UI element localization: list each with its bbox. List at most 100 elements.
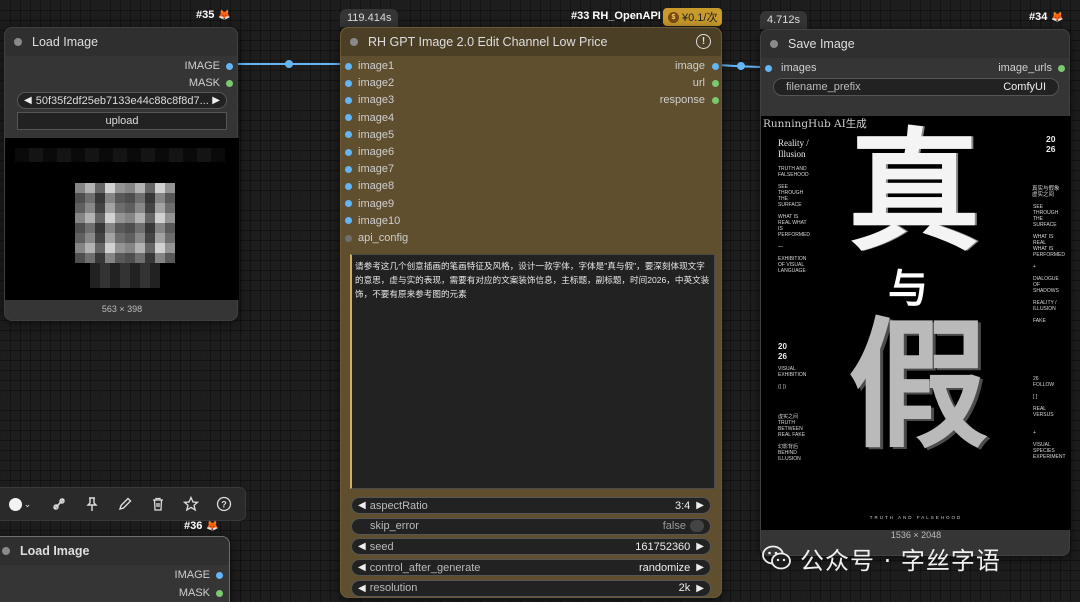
- output-image-slot[interactable]: image: [675, 58, 719, 74]
- toggle-switch[interactable]: [690, 520, 704, 533]
- poster-glyph-bottom: 假: [847, 305, 988, 468]
- collapse-dot-icon[interactable]: [350, 38, 358, 46]
- node-title: Load Image: [32, 35, 99, 49]
- output-dot-icon[interactable]: [712, 79, 719, 87]
- input-slot-image2[interactable]: image2: [345, 75, 394, 91]
- save-image-node-34[interactable]: Save Image images image_urls filename_pr…: [760, 29, 1071, 556]
- input-dot-icon[interactable]: [345, 79, 352, 87]
- rh-gpt-image-node-33[interactable]: RH GPT Image 2.0 Edit Channel Low Price …: [340, 27, 722, 598]
- input-images-slot[interactable]: images: [765, 60, 816, 76]
- account-name: 公众号 · 字丝字语: [800, 546, 1001, 575]
- widget-value: 3:4: [675, 499, 691, 512]
- help-icon[interactable]: ?: [215, 495, 233, 513]
- load-image-node-35[interactable]: Load Image IMAGE MASK ◀ 50f35f2df25eb713…: [4, 27, 239, 321]
- output-image-slot[interactable]: IMAGE: [175, 567, 223, 583]
- input-dot-icon[interactable]: [345, 234, 352, 242]
- execution-time-badge: 119.414s: [340, 9, 399, 27]
- poster-fine-text-left-lower: VISUAL EXHIBITION(( )) 虚实之间 TRUTH BETWEEN RE…: [778, 366, 807, 462]
- input-slot-image6[interactable]: image6: [345, 144, 394, 160]
- input-label: image9: [358, 197, 395, 210]
- node-35-id: #35 🦊: [196, 9, 231, 21]
- upload-button[interactable]: upload: [17, 112, 227, 130]
- edit-pencil-icon[interactable]: [116, 495, 134, 513]
- input-dot-icon[interactable]: [345, 62, 352, 70]
- arrow-right-icon[interactable]: ▶: [696, 541, 704, 552]
- widget-skip-error[interactable]: skip_error false: [351, 517, 711, 535]
- collapse-dot-icon[interactable]: [770, 40, 778, 48]
- output-url-slot[interactable]: url: [693, 75, 719, 91]
- output-label: IMAGE: [174, 569, 210, 581]
- image-dimensions: 1536 × 2048: [890, 530, 942, 540]
- widget-aspectRatio[interactable]: ◀ aspectRatio 3:4 ▶: [351, 497, 711, 514]
- output-label: response: [659, 94, 705, 106]
- widget-value: 161752360: [635, 540, 691, 553]
- output-dot-icon[interactable]: [1058, 64, 1065, 72]
- output-mask-slot[interactable]: MASK: [189, 75, 233, 91]
- star-icon[interactable]: [182, 495, 200, 513]
- output-dot-icon[interactable]: [216, 571, 223, 579]
- pin-icon[interactable]: [83, 495, 101, 513]
- input-slot-image1[interactable]: image1: [345, 58, 394, 74]
- collapse-dot-icon[interactable]: [2, 547, 10, 555]
- color-picker-icon[interactable]: ⌄: [5, 495, 35, 513]
- arrow-left-icon[interactable]: ◀: [358, 583, 366, 594]
- arrow-left-icon[interactable]: ◀: [358, 541, 366, 552]
- output-dot-icon[interactable]: [226, 79, 233, 87]
- input-dot-icon[interactable]: [345, 200, 352, 208]
- input-dot-icon[interactable]: [345, 165, 352, 173]
- input-dot-icon[interactable]: [345, 182, 352, 190]
- node-title-bar[interactable]: RH GPT Image 2.0 Edit Channel Low Price …: [341, 28, 721, 56]
- output-image-urls-slot[interactable]: image_urls: [998, 60, 1065, 76]
- image-select-combo[interactable]: ◀ 50f35f2df25eb7133e44c88c8f8d7... ▶: [17, 92, 227, 109]
- node-title-bar[interactable]: Load Image: [5, 28, 237, 56]
- prompt-textarea[interactable]: 请参考这几个创意插画的笔画特征及风格，设计一款字体，字体是"真与假"，要深刻体现…: [350, 254, 715, 489]
- arrow-right-icon[interactable]: ▶: [696, 500, 704, 511]
- widget-seed[interactable]: ◀ seed 161752360 ▶: [351, 538, 711, 556]
- input-slot-image9[interactable]: image9: [345, 196, 394, 212]
- input-dot-icon[interactable]: [345, 114, 352, 122]
- input-slot-image5[interactable]: image5: [345, 127, 394, 143]
- warning-icon[interactable]: !: [696, 34, 711, 49]
- arrow-right-icon[interactable]: ▶: [212, 95, 220, 106]
- arrow-right-icon[interactable]: ▶: [696, 562, 704, 573]
- arrow-left-icon[interactable]: ◀: [358, 500, 366, 511]
- input-dot-icon[interactable]: [345, 131, 352, 139]
- output-dot-icon[interactable]: [712, 62, 719, 70]
- filename-prefix-field[interactable]: filename_prefix ComfyUI: [773, 78, 1059, 96]
- input-slot-image7[interactable]: image7: [345, 161, 394, 177]
- input-dot-icon[interactable]: [765, 64, 772, 72]
- load-image-node-36[interactable]: Load Image IMAGE MASK: [0, 536, 230, 602]
- input-label: image8: [358, 180, 395, 193]
- input-slot-api-config[interactable]: api_config: [345, 230, 408, 246]
- input-dot-icon[interactable]: [345, 96, 352, 104]
- input-slot-image10[interactable]: image10: [345, 213, 400, 229]
- output-image-preview: RunningHub AI生成 Reality / Illusion TRUTH…: [761, 116, 1071, 530]
- widget-value: randomize: [638, 561, 691, 574]
- output-dot-icon[interactable]: [226, 62, 233, 70]
- input-slot-image4[interactable]: image4: [345, 110, 394, 126]
- delete-trash-icon[interactable]: [149, 495, 167, 513]
- input-dot-icon[interactable]: [345, 217, 352, 225]
- node-title-bar[interactable]: Save Image: [761, 30, 1069, 58]
- output-mask-slot[interactable]: MASK: [179, 585, 223, 601]
- input-slot-image3[interactable]: image3: [345, 92, 394, 108]
- bypass-icon[interactable]: [50, 495, 68, 513]
- input-label: image2: [358, 77, 395, 90]
- output-dot-icon[interactable]: [216, 589, 223, 597]
- widget-resolution[interactable]: ◀ resolution 2k ▶: [351, 579, 711, 597]
- arrow-left-icon[interactable]: ◀: [358, 562, 366, 573]
- node-title-bar[interactable]: Load Image: [0, 537, 229, 565]
- selection-toolbar: ⌄ ?: [0, 487, 246, 521]
- output-response-slot[interactable]: response: [660, 92, 719, 108]
- arrow-right-icon[interactable]: ▶: [696, 583, 704, 594]
- collapse-dot-icon[interactable]: [14, 38, 22, 46]
- input-dot-icon[interactable]: [345, 148, 352, 156]
- output-label: MASK: [188, 77, 220, 89]
- input-label: api_config: [358, 232, 409, 244]
- arrow-left-icon[interactable]: ◀: [24, 95, 32, 106]
- input-slot-image8[interactable]: image8: [345, 178, 394, 194]
- output-image-slot[interactable]: IMAGE: [185, 58, 233, 74]
- input-label: image7: [358, 163, 395, 176]
- widget-control-after-generate[interactable]: ◀ control_after_generate randomize ▶: [351, 559, 711, 577]
- output-dot-icon[interactable]: [712, 96, 719, 104]
